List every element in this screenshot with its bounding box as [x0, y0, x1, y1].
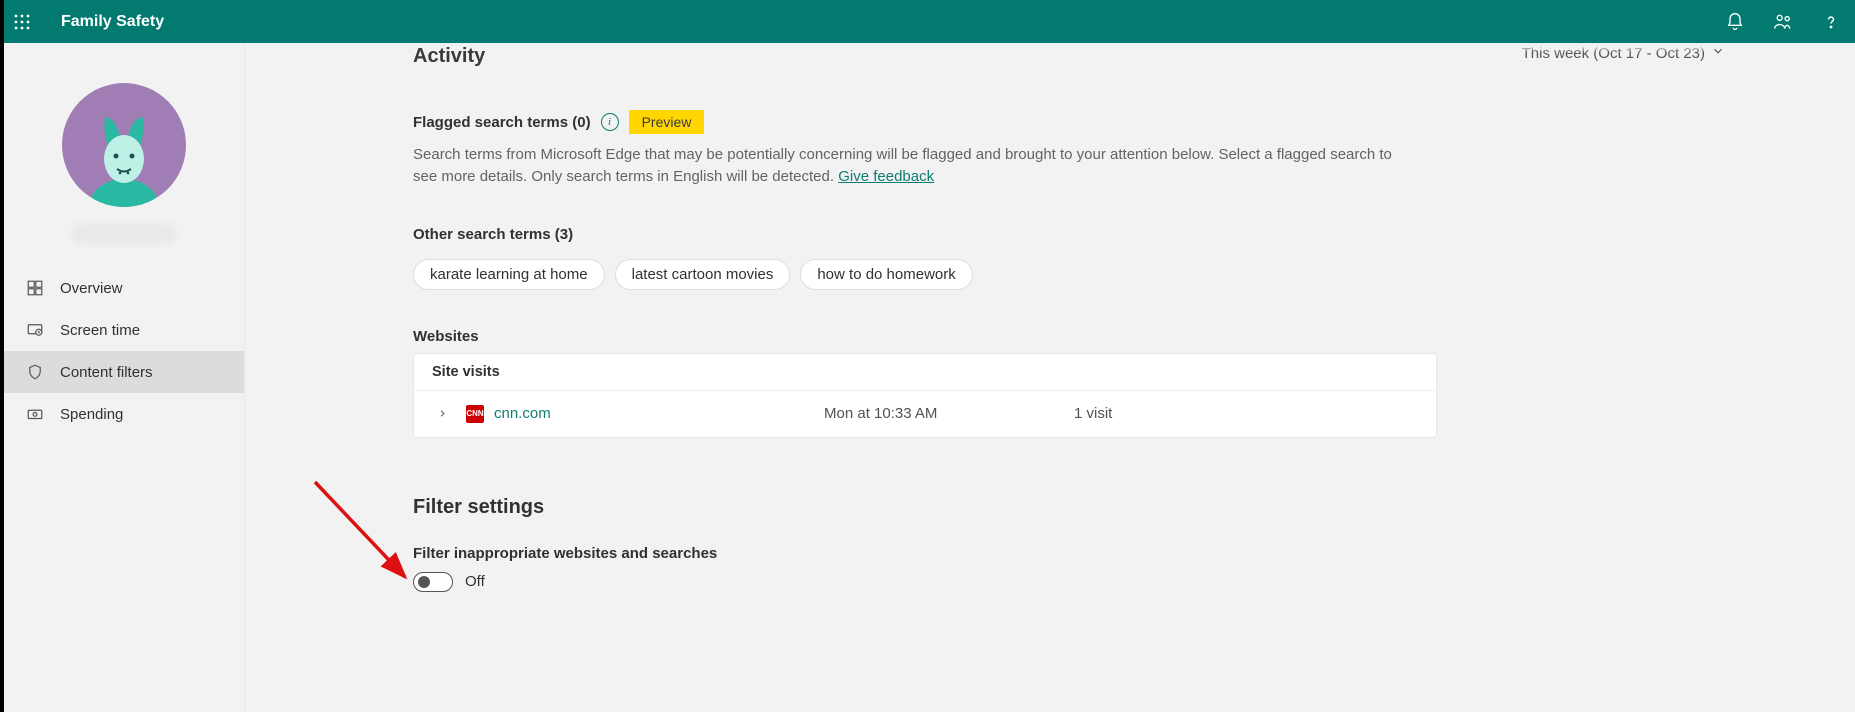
sidebar-item-label: Content filters	[60, 364, 153, 381]
avatar	[62, 83, 186, 207]
sidebar: Overview Screen time Content filters Spe…	[4, 43, 245, 712]
site-name[interactable]: cnn.com	[494, 405, 824, 422]
visit-count: 1 visit	[1074, 405, 1112, 422]
sidebar-item-screen-time[interactable]: Screen time	[4, 309, 244, 351]
notification-icon[interactable]	[1711, 0, 1759, 43]
expand-row-icon[interactable]	[432, 408, 452, 419]
filter-settings-title: Filter settings	[413, 496, 1855, 519]
site-visits-table: Site visits CNN cnn.com Mon at 10:33 AM …	[413, 353, 1437, 438]
site-favicon: CNN	[466, 405, 484, 423]
flagged-description: Search terms from Microsoft Edge that ma…	[413, 144, 1413, 188]
date-range-text: This week (Oct 17 - Oct 23)	[1522, 45, 1705, 62]
give-feedback-link[interactable]: Give feedback	[838, 168, 934, 185]
toggle-state-label: Off	[465, 573, 485, 590]
sidebar-item-overview[interactable]: Overview	[4, 267, 244, 309]
app-header: Family Safety	[0, 0, 1855, 43]
app-launcher-icon[interactable]	[0, 0, 43, 43]
preview-badge: Preview	[629, 110, 705, 134]
spending-icon	[26, 405, 44, 423]
sidebar-item-label: Spending	[60, 406, 123, 423]
info-icon[interactable]: i	[601, 113, 619, 131]
sidebar-item-label: Overview	[60, 280, 123, 297]
search-term-pill[interactable]: karate learning at home	[413, 259, 605, 290]
visit-time: Mon at 10:33 AM	[824, 405, 1074, 422]
profile-name	[74, 225, 174, 243]
shield-icon	[26, 363, 44, 381]
other-terms-title: Other search terms (3)	[413, 226, 1437, 243]
filter-toggle[interactable]	[413, 572, 453, 592]
family-icon[interactable]	[1759, 0, 1807, 43]
websites-title: Websites	[413, 328, 1437, 345]
help-icon[interactable]	[1807, 0, 1855, 43]
chevron-down-icon	[1711, 44, 1725, 62]
date-range-selector[interactable]: This week (Oct 17 - Oct 23)	[1522, 44, 1725, 62]
filter-inappropriate-label: Filter inappropriate websites and search…	[413, 545, 1855, 562]
flagged-terms-title: Flagged search terms (0)	[413, 114, 591, 131]
search-term-pill[interactable]: latest cartoon movies	[615, 259, 791, 290]
sidebar-item-spending[interactable]: Spending	[4, 393, 244, 435]
main-content: Activity This week (Oct 17 - Oct 23) Fla…	[245, 43, 1855, 712]
search-term-pill[interactable]: how to do homework	[800, 259, 972, 290]
sidebar-item-content-filters[interactable]: Content filters	[4, 351, 244, 393]
app-title: Family Safety	[61, 13, 164, 31]
table-header: Site visits	[414, 354, 1436, 391]
table-row[interactable]: CNN cnn.com Mon at 10:33 AM 1 visit	[414, 391, 1436, 437]
sidebar-item-label: Screen time	[60, 322, 140, 339]
screen-time-icon	[26, 321, 44, 339]
overview-icon	[26, 279, 44, 297]
